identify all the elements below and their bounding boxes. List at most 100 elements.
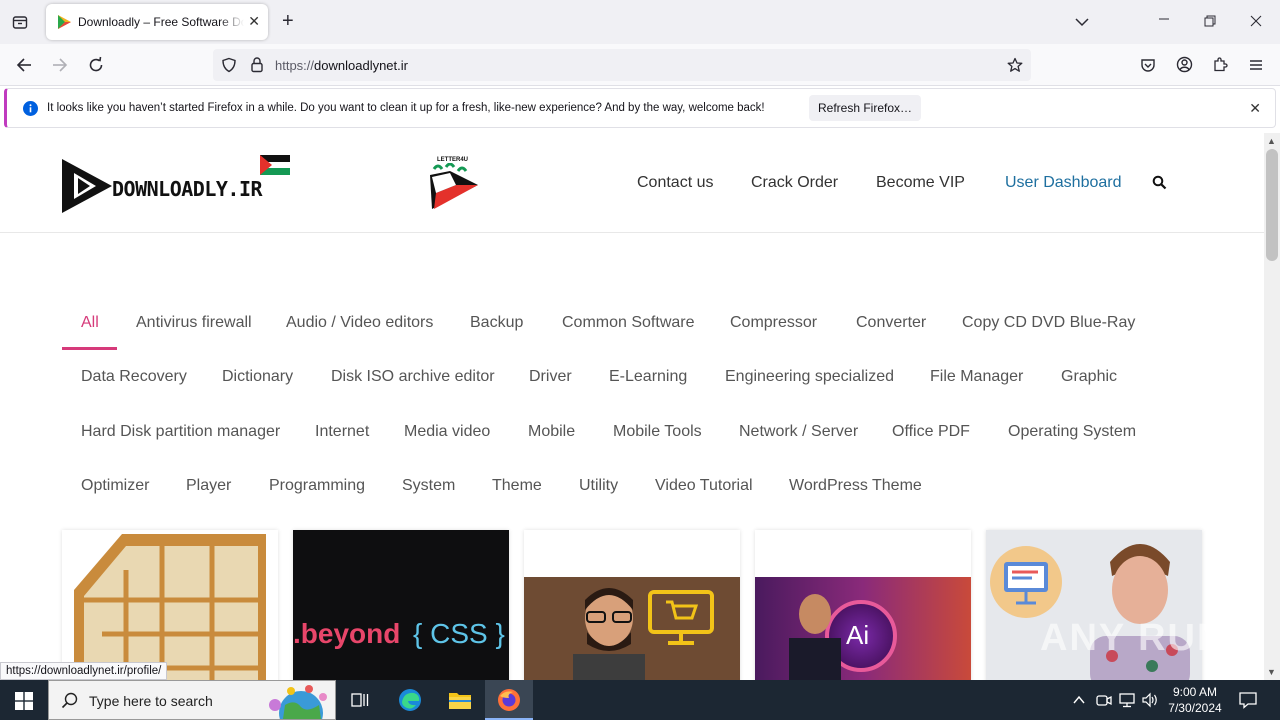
category-item[interactable]: Data Recovery [81, 368, 187, 386]
network-icon[interactable] [1119, 692, 1135, 713]
lock-icon[interactable] [249, 56, 265, 77]
category-item[interactable]: Converter [856, 314, 926, 332]
extensions-icon[interactable] [1212, 56, 1229, 77]
post-card-shop-course[interactable] [524, 530, 740, 680]
page-scrollbar[interactable]: ▲ ▼ [1264, 133, 1280, 680]
notification-message: It looks like you haven’t started Firefo… [47, 102, 765, 114]
category-item[interactable]: WordPress Theme [789, 477, 922, 495]
category-item[interactable]: Hard Disk partition manager [81, 423, 280, 441]
category-item[interactable]: Graphic [1061, 368, 1117, 386]
category-item[interactable]: E-Learning [609, 368, 687, 386]
category-item[interactable]: Dictionary [222, 368, 293, 386]
category-item[interactable]: Disk ISO archive editor [331, 368, 495, 386]
forward-icon[interactable] [51, 56, 69, 78]
pocket-icon[interactable] [1140, 57, 1156, 77]
letter4u-logo[interactable]: LETTER4U [426, 155, 482, 211]
css-text: { CSS } [413, 618, 505, 649]
minimize-icon[interactable] [1158, 13, 1170, 29]
site-search-icon[interactable] [1152, 175, 1167, 195]
nav-become-vip[interactable]: Become VIP [876, 174, 965, 192]
post-card-cabinet[interactable] [62, 530, 278, 680]
tab-manager-icon[interactable] [12, 14, 28, 34]
category-item[interactable]: Engineering specialized [725, 368, 894, 386]
category-item[interactable]: Network / Server [739, 423, 858, 441]
category-all[interactable]: All [81, 314, 99, 332]
show-hidden-icons-icon[interactable] [1072, 693, 1086, 712]
info-icon [23, 101, 38, 120]
task-view-icon[interactable] [351, 691, 369, 714]
reload-icon[interactable] [87, 56, 105, 78]
watermelon-icon [430, 163, 478, 209]
windows-taskbar: Type here to search 9:00 AM 7/30/2024 [0, 680, 1280, 720]
close-window-icon[interactable] [1250, 15, 1262, 31]
beyond-text: .beyond [293, 618, 401, 649]
category-item[interactable]: Optimizer [81, 477, 149, 495]
notification-close-icon[interactable]: ✕ [1249, 100, 1261, 117]
navigation-toolbar: https://downloadlynet.ir [0, 44, 1280, 86]
category-item[interactable]: Media video [404, 423, 490, 441]
category-item[interactable]: Copy CD DVD Blue-Ray [962, 314, 1135, 332]
clock-date: 7/30/2024 [1168, 701, 1222, 715]
category-item[interactable]: Antivirus firewall [136, 314, 252, 332]
tab-downloadly[interactable]: Downloadly – Free Software Do ✕ [46, 4, 268, 40]
notification-center-icon[interactable] [1239, 691, 1257, 714]
category-item[interactable]: Audio / Video editors [286, 314, 433, 332]
app-menu-icon[interactable] [1248, 57, 1264, 77]
search-highlight-globe-icon [269, 685, 327, 719]
windows-start-icon[interactable] [15, 692, 33, 715]
scrollbar-thumb[interactable] [1266, 149, 1278, 261]
category-item[interactable]: Mobile Tools [613, 423, 702, 441]
palestine-flag-icon [260, 155, 290, 175]
active-category-underline [62, 347, 117, 350]
refresh-firefox-button[interactable]: Refresh Firefox… [809, 95, 921, 121]
category-item[interactable]: Theme [492, 477, 542, 495]
nav-user-dashboard[interactable]: User Dashboard [1005, 174, 1122, 192]
site-header: DOWNLOADLY.IR LETTER4U Contact us Crack … [0, 133, 1264, 233]
category-item[interactable]: System [402, 477, 455, 495]
url-bar[interactable]: https://downloadlynet.ir [213, 49, 1031, 81]
tracking-protection-shield-icon[interactable] [221, 57, 237, 77]
scroll-down-arrow-icon[interactable]: ▼ [1267, 667, 1276, 677]
meet-now-icon[interactable] [1096, 692, 1112, 713]
category-item[interactable]: File Manager [930, 368, 1023, 386]
list-all-tabs-icon[interactable] [1074, 14, 1090, 34]
clock-time: 9:00 AM [1172, 685, 1218, 699]
post-card-illustrator[interactable]: Ai [755, 530, 971, 680]
refresh-firefox-notification: It looks like you haven’t started Firefo… [4, 88, 1276, 128]
nav-contact-us[interactable]: Contact us [637, 174, 713, 192]
category-item[interactable]: Driver [529, 368, 572, 386]
category-item[interactable]: Compressor [730, 314, 817, 332]
cabinet-thumbnail [62, 530, 278, 680]
taskbar-search-box[interactable]: Type here to search [48, 680, 336, 720]
category-item[interactable]: Common Software [562, 314, 695, 332]
firefox-taskbar-button[interactable] [485, 680, 533, 720]
scroll-up-arrow-icon[interactable]: ▲ [1267, 136, 1276, 146]
category-item[interactable]: Operating System [1008, 423, 1136, 441]
post-card-beyond-css[interactable]: .beyond { CSS } [293, 530, 509, 680]
category-item[interactable]: Video Tutorial [655, 477, 753, 495]
nav-crack-order[interactable]: Crack Order [751, 174, 838, 192]
category-item[interactable]: Office PDF [892, 423, 970, 441]
category-item[interactable]: Mobile [528, 423, 575, 441]
tab-close-icon[interactable]: ✕ [248, 13, 260, 30]
volume-icon[interactable] [1142, 692, 1159, 713]
restore-icon[interactable] [1204, 15, 1216, 31]
site-logo[interactable]: DOWNLOADLY.IR [62, 155, 292, 215]
account-icon[interactable] [1176, 56, 1193, 77]
edge-icon[interactable] [398, 688, 422, 717]
category-item[interactable]: Player [186, 477, 231, 495]
url-text[interactable]: https://downloadlynet.ir [275, 58, 408, 73]
anyrun-watermark: ANY RUN [1040, 617, 1227, 659]
category-item[interactable]: Utility [579, 477, 618, 495]
file-explorer-icon[interactable] [448, 689, 472, 716]
taskbar-search-placeholder: Type here to search [89, 693, 213, 709]
web-page: DOWNLOADLY.IR LETTER4U Contact us Crack … [0, 133, 1264, 680]
new-tab-icon[interactable]: + [282, 11, 294, 31]
url-scheme: https:// [275, 58, 315, 73]
category-item[interactable]: Backup [470, 314, 523, 332]
category-item[interactable]: Programming [269, 477, 365, 495]
back-icon[interactable] [15, 56, 33, 78]
category-item[interactable]: Internet [315, 423, 369, 441]
taskbar-clock[interactable]: 9:00 AM 7/30/2024 [1160, 684, 1230, 716]
bookmark-star-icon[interactable] [1007, 57, 1023, 77]
